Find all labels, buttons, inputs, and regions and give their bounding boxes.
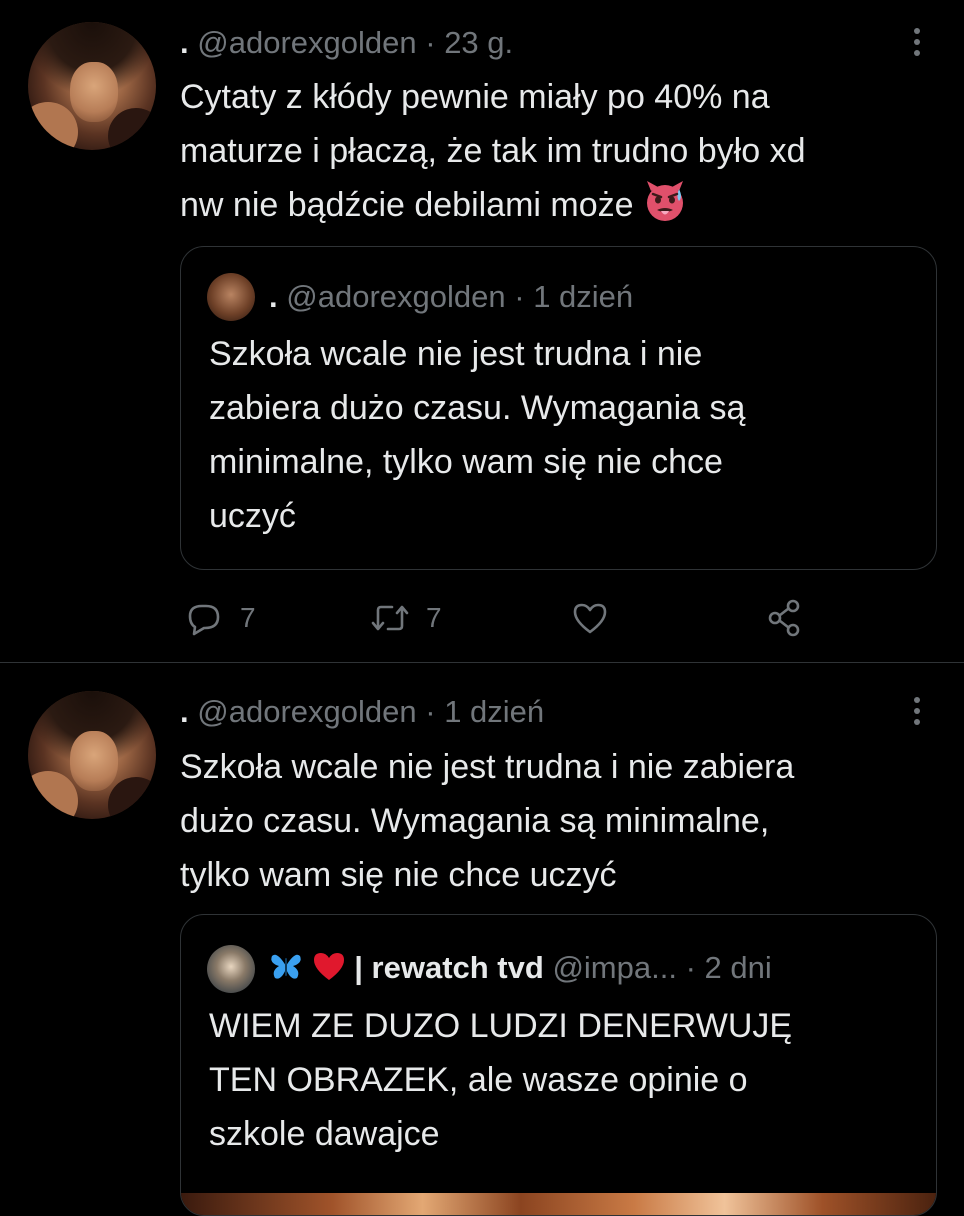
more-options-icon[interactable] — [900, 695, 934, 729]
separator: · — [514, 279, 525, 314]
separator: · — [425, 694, 436, 729]
quoted-avatar — [207, 945, 255, 993]
retweet-count: 7 — [426, 602, 442, 633]
tweet[interactable]: . @adorexgolden · 23 g. Cytaty z kłódy p… — [0, 0, 964, 662]
avatar[interactable] — [28, 691, 156, 819]
display-name[interactable]: . — [180, 694, 189, 729]
quoted-display-name: . — [269, 279, 278, 314]
tweet-text-segment: nw nie bądźcie debilami może — [180, 186, 634, 224]
hot-face-devil-emoji — [643, 179, 687, 223]
quoted-text-line: szkole dawajce — [209, 1115, 440, 1153]
quoted-timestamp: 2 dni — [704, 950, 772, 985]
handle[interactable]: @adorexgolden — [197, 694, 416, 729]
tweet-text-line: nw nie bądźcie debilami może — [180, 178, 940, 232]
tweet-text-line: Szkoła wcale nie jest trudna i nie zabie… — [180, 748, 795, 786]
reply-count: 7 — [240, 602, 256, 633]
tweet-text: Szkoła wcale nie jest trudna i nie zabie… — [180, 740, 940, 902]
reply-icon — [188, 604, 220, 636]
quoted-tweet[interactable]: | rewatch tvd @impa... · 2 dni WIEM ZE D… — [180, 914, 937, 1216]
quoted-text-line: uczyć — [209, 497, 296, 535]
retweet-button[interactable]: 7 — [370, 596, 442, 640]
tweet-header: . @adorexgolden · 23 g. — [180, 20, 513, 66]
tweet[interactable]: . @adorexgolden · 1 dzień Szkoła wcale n… — [0, 663, 964, 1216]
quoted-header: | rewatch tvd @impa... · 2 dni — [269, 945, 772, 991]
heart-icon — [573, 603, 607, 634]
avatar[interactable] — [28, 22, 156, 150]
quoted-tweet[interactable]: . @adorexgolden · 1 dzień Szkoła wcale n… — [180, 246, 937, 570]
tweet-text: Cytaty z kłódy pewnie miały po 40% na ma… — [180, 70, 940, 232]
handle[interactable]: @adorexgolden — [197, 25, 416, 60]
tweet-text-line: tylko wam się nie chce uczyć — [180, 856, 617, 894]
separator: · — [425, 25, 436, 60]
quoted-handle: @impa... — [552, 950, 677, 985]
quoted-text-line: Szkoła wcale nie jest trudna i nie — [209, 335, 703, 373]
butterfly-emoji — [269, 949, 303, 983]
timestamp[interactable]: 23 g. — [444, 25, 513, 60]
display-name[interactable]: . — [180, 25, 189, 60]
tweet-text-line: Cytaty z kłódy pewnie miały po 40% na — [180, 78, 770, 116]
retweet-icon — [371, 605, 409, 631]
separator: · — [685, 950, 696, 985]
quoted-handle: @adorexgolden — [286, 279, 506, 314]
tweet-text-line: maturze i płaczą, że tak im trudno było … — [180, 132, 806, 170]
quoted-timestamp: 1 dzień — [533, 279, 634, 314]
action-bar: 7 7 — [180, 596, 940, 640]
quoted-avatar — [207, 273, 255, 321]
share-icon — [768, 599, 800, 637]
quoted-header: . @adorexgolden · 1 dzień — [269, 274, 633, 320]
reply-button[interactable]: 7 — [184, 596, 256, 640]
like-button[interactable] — [570, 596, 610, 640]
tweet-header: . @adorexgolden · 1 dzień — [180, 689, 544, 735]
quoted-text-line: WIEM ZE DUZO LUDZI DENERWUJĘ — [209, 1007, 793, 1045]
quoted-text-line: zabiera dużo czasu. Wymagania są — [209, 389, 746, 427]
tweet-text-line: dużo czasu. Wymagania są minimalne, — [180, 802, 770, 840]
quoted-text: Szkoła wcale nie jest trudna i nie zabie… — [209, 327, 899, 543]
red-heart-emoji — [312, 949, 346, 983]
quoted-text: WIEM ZE DUZO LUDZI DENERWUJĘ TEN OBRAZEK… — [209, 999, 899, 1161]
quoted-media-image[interactable] — [181, 1193, 936, 1215]
quoted-text-line: TEN OBRAZEK, ale wasze opinie o — [209, 1061, 748, 1099]
quoted-display-name: | rewatch tvd — [354, 950, 544, 985]
share-button[interactable] — [765, 596, 805, 640]
quoted-text-line: minimalne, tylko wam się nie chce — [209, 443, 723, 481]
timestamp[interactable]: 1 dzień — [444, 694, 544, 729]
more-options-icon[interactable] — [900, 26, 934, 60]
